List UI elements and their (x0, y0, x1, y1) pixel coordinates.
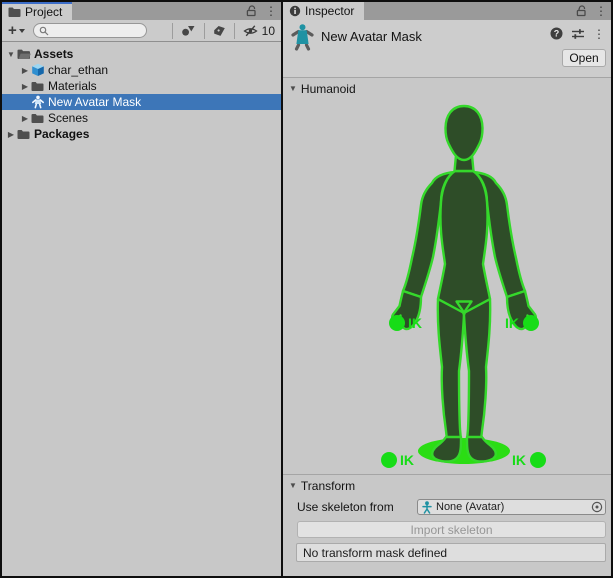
tab-inspector-label: Inspector (305, 4, 354, 18)
filter-by-type-button[interactable] (177, 24, 200, 37)
ik-left-foot-label[interactable]: IK (400, 452, 414, 468)
tree-item-materials[interactable]: ▶ Materials (2, 78, 281, 94)
tab-inspector[interactable]: Inspector (283, 2, 364, 20)
tree-item-label: Assets (31, 47, 73, 61)
folder-icon (8, 6, 21, 18)
project-toolbar: + 10 (2, 20, 281, 42)
ik-right-hand-dot[interactable] (523, 315, 539, 331)
mask-right-leg[interactable] (464, 299, 490, 440)
tab-project[interactable]: Project (2, 2, 72, 20)
presets-icon[interactable] (571, 28, 585, 40)
inspector-panel: Inspector ⋮ New Avatar Mask ? ⋮ Open (283, 2, 611, 576)
tree-item-packages[interactable]: ▶ Packages (2, 126, 281, 142)
unlock-icon[interactable] (246, 5, 257, 17)
transform-section-label: Transform (301, 479, 355, 493)
tab-project-label: Project (25, 5, 62, 19)
transform-mask-infobox: No transform mask defined (296, 543, 606, 562)
skeleton-value: None (Avatar) (433, 501, 591, 513)
object-picker-icon[interactable] (591, 501, 603, 513)
tree-item-assets[interactable]: ▼ Assets (2, 46, 281, 62)
mask-head[interactable] (446, 106, 483, 160)
unity-window: Project ⋮ + (0, 0, 613, 578)
inspector-tabbar: Inspector ⋮ (283, 2, 611, 20)
transform-foldout[interactable]: ▼ Transform (283, 474, 611, 496)
create-asset-button[interactable]: + (8, 23, 25, 38)
open-button[interactable]: Open (562, 49, 606, 67)
ik-left-hand-label[interactable]: IK (408, 315, 422, 331)
use-skeleton-row: Use skeleton from None (Avatar) (283, 496, 611, 518)
inspector-tabbar-controls: ⋮ (576, 2, 607, 20)
folder-icon (17, 129, 30, 140)
inspector-menu-icon[interactable]: ⋮ (595, 5, 607, 17)
project-menu-icon[interactable]: ⋮ (265, 5, 277, 17)
humanoid-diagram: IK IK IK IK (283, 99, 611, 474)
foldout-closed-icon[interactable]: ▶ (20, 114, 30, 123)
foldout-closed-icon[interactable]: ▶ (6, 130, 16, 139)
chevron-down-icon (19, 29, 25, 33)
humanoid-foldout[interactable]: ▼ Humanoid (283, 77, 611, 99)
mask-torso[interactable] (438, 171, 490, 313)
model-cube-icon (31, 63, 45, 77)
foldout-closed-icon[interactable]: ▶ (20, 66, 30, 75)
project-panel: Project ⋮ + (2, 2, 281, 576)
hidden-count-label: 10 (262, 24, 275, 38)
svg-text:?: ? (554, 29, 560, 39)
tree-item-label: Materials (45, 79, 97, 93)
avatar-mask-icon (289, 24, 316, 51)
project-tree: ▼ Assets ▶ char_ethan ▶ Materials New Av… (2, 42, 281, 142)
skeleton-object-field[interactable]: None (Avatar) (417, 499, 606, 515)
import-skeleton-button[interactable]: Import skeleton (297, 521, 606, 538)
help-icon[interactable]: ? (550, 27, 563, 40)
plus-icon: + (8, 23, 17, 38)
filter-by-label-button[interactable] (209, 25, 230, 37)
project-tabbar: Project ⋮ (2, 2, 281, 20)
ik-left-foot-dot[interactable] (381, 452, 397, 468)
folder-open-icon (17, 48, 31, 60)
foldout-open-icon: ▼ (289, 84, 297, 93)
mask-left-leg[interactable] (438, 299, 464, 440)
tree-item-char-ethan[interactable]: ▶ char_ethan (2, 62, 281, 78)
use-skeleton-label: Use skeleton from (297, 500, 417, 514)
humanoid-section-label: Humanoid (301, 82, 356, 96)
avatar-mask-icon (31, 95, 45, 109)
tree-item-new-avatar-mask[interactable]: New Avatar Mask (2, 94, 281, 110)
tag-icon (213, 25, 226, 37)
hidden-count-button[interactable]: 10 (239, 24, 279, 38)
ik-right-foot-dot[interactable] (530, 452, 546, 468)
folder-icon (31, 81, 44, 92)
foldout-closed-icon[interactable]: ▶ (20, 82, 30, 91)
project-tabbar-controls: ⋮ (246, 2, 277, 20)
inspector-header: New Avatar Mask ? ⋮ Open (283, 20, 611, 77)
asset-title: New Avatar Mask (321, 29, 422, 44)
tree-item-scenes[interactable]: ▶ Scenes (2, 110, 281, 126)
search-input[interactable] (49, 25, 139, 37)
tree-item-label: Scenes (45, 111, 88, 125)
project-search (33, 23, 147, 38)
tree-item-label: char_ethan (45, 63, 108, 77)
folder-icon (31, 113, 44, 124)
eye-off-icon (243, 25, 260, 37)
foldout-open-icon: ▼ (289, 481, 297, 490)
info-icon (289, 5, 301, 17)
ik-left-hand-dot[interactable] (389, 315, 405, 331)
unlock-icon[interactable] (576, 5, 587, 17)
search-icon (39, 26, 49, 36)
avatar-icon (421, 501, 433, 514)
ik-right-hand-label[interactable]: IK (505, 315, 519, 331)
foldout-open-icon[interactable]: ▼ (6, 50, 16, 59)
tree-item-label: New Avatar Mask (45, 95, 141, 109)
filter-type-icon (181, 24, 196, 37)
tree-item-label: Packages (31, 127, 89, 141)
ik-right-foot-label[interactable]: IK (512, 452, 526, 468)
header-menu-icon[interactable]: ⋮ (593, 28, 605, 40)
